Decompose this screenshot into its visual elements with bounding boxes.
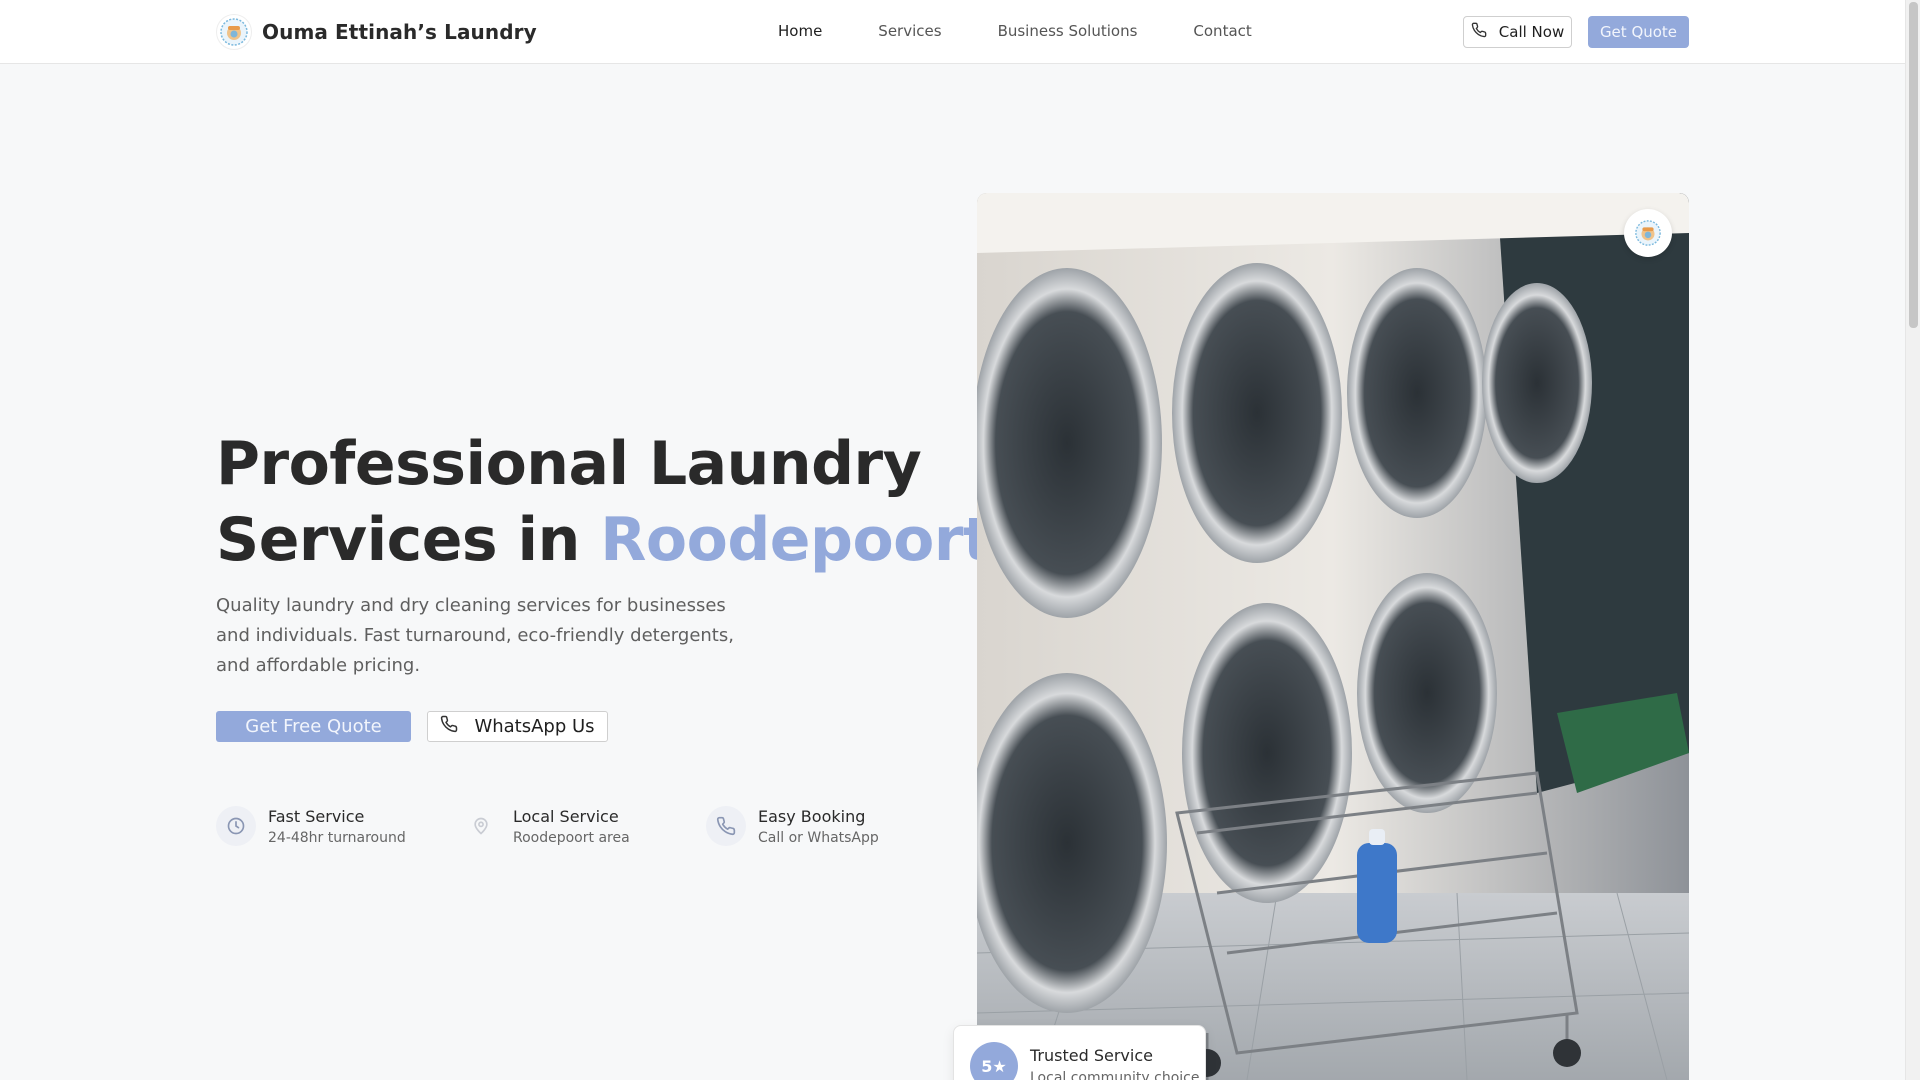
laundromat-photo xyxy=(977,193,1689,1080)
scrollbar-thumb[interactable] xyxy=(1909,2,1918,328)
nav-home[interactable]: Home xyxy=(778,22,822,40)
hero-subtitle: Quality laundry and dry cleaning service… xyxy=(216,595,734,676)
feature-sub: Roodepoort area xyxy=(513,829,630,846)
whatsapp-button[interactable]: WhatsApp Us xyxy=(427,711,608,742)
get-free-quote-button[interactable]: Get Free Quote xyxy=(216,711,411,742)
feature-local-service: Local Service Roodepoort area xyxy=(461,806,706,846)
hero-title-accent: Roodepoort xyxy=(600,505,992,575)
phone-icon xyxy=(440,715,458,738)
hero-title-line2: Services in xyxy=(216,505,601,575)
feature-title: Fast Service xyxy=(268,806,365,826)
nav-contact[interactable]: Contact xyxy=(1193,22,1251,40)
brand-logo xyxy=(216,14,252,50)
feature-easy-booking: Easy Booking Call or WhatsApp xyxy=(706,806,951,846)
phone-icon xyxy=(706,806,746,846)
nav-business-solutions[interactable]: Business Solutions xyxy=(998,22,1138,40)
whatsapp-label: WhatsApp Us xyxy=(474,716,595,737)
feature-sub: 24-48hr turnaround xyxy=(268,829,406,846)
site-header: Ouma Ettinah’s Laundry Home Services Bus… xyxy=(0,0,1905,64)
trust-card: 5★ Trusted Service Local community choic… xyxy=(953,1025,1206,1080)
trust-title: Trusted Service xyxy=(1030,1046,1153,1065)
brand-name: Ouma Ettinah’s Laundry xyxy=(262,20,537,44)
nav-services[interactable]: Services xyxy=(878,22,941,40)
feature-list: Fast Service 24-48hr turnaround Local Se… xyxy=(216,806,951,846)
feature-sub: Call or WhatsApp xyxy=(758,829,879,846)
clock-icon xyxy=(216,806,256,846)
call-now-label: Call Now xyxy=(1498,23,1565,41)
page-scrollbar[interactable] xyxy=(1905,0,1920,1080)
feature-title: Local Service xyxy=(513,806,619,826)
rating-badge: 5★ xyxy=(970,1042,1018,1080)
trust-sub: Local community choice xyxy=(1030,1070,1200,1080)
call-now-button[interactable]: Call Now xyxy=(1463,16,1572,48)
brand[interactable]: Ouma Ettinah’s Laundry xyxy=(216,14,537,50)
hero-title: Professional Laundry Services in Roodepo… xyxy=(216,426,992,578)
phone-icon xyxy=(1471,22,1487,42)
map-pin-icon xyxy=(461,806,501,846)
get-quote-button[interactable]: Get Quote xyxy=(1588,16,1689,48)
hero-title-line1: Professional Laundry xyxy=(216,429,922,499)
feature-title: Easy Booking xyxy=(758,806,866,826)
main-nav: Home Services Business Solutions Contact xyxy=(778,22,1252,40)
brand-badge-logo xyxy=(1624,209,1672,257)
feature-fast-service: Fast Service 24-48hr turnaround xyxy=(216,806,461,846)
